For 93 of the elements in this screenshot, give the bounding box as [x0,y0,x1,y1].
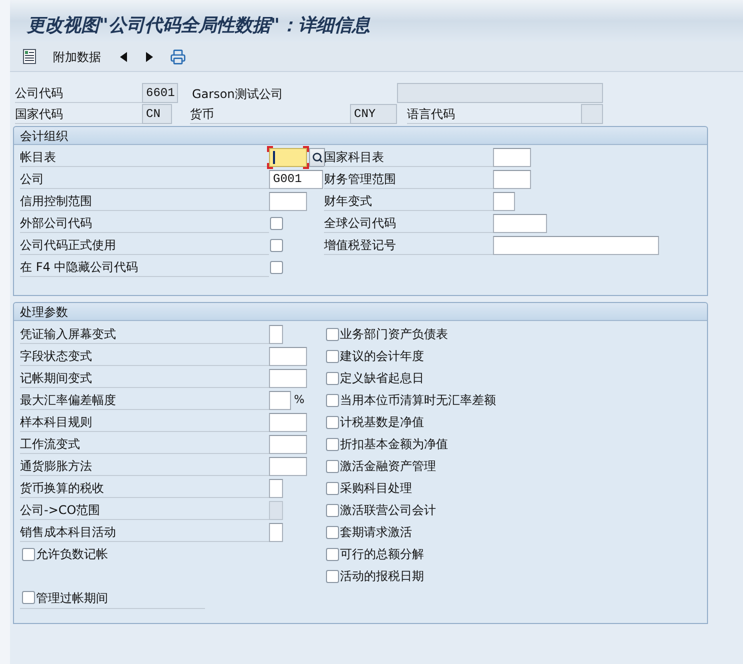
printer-icon [170,48,186,64]
checkbox[interactable] [326,350,339,362]
field-label: 全球公司代码 [324,215,396,232]
checkbox[interactable] [326,548,339,560]
checkbox[interactable] [326,372,339,384]
checkbox[interactable] [22,591,35,604]
field-label: 在 F4 中隐藏公司代码 [20,259,138,276]
field-label: 国家代码 [15,106,63,122]
field-label: 当用本位币清算时无汇率差额 [340,392,496,409]
checkbox[interactable] [326,504,339,516]
field-label: 活动的报税日期 [340,568,424,585]
input-field[interactable] [493,236,659,254]
field-label: 计税基数是净值 [340,414,424,431]
field-label: 建议的会计年度 [340,348,424,365]
input-field[interactable] [493,148,531,166]
field-label: 凭证输入屏幕变式 [20,326,116,343]
group-title: 会计组织 [20,128,68,144]
checkbox[interactable] [22,548,35,560]
field-label: 工作流变式 [20,436,80,453]
field-label: 国家科目表 [324,149,384,166]
checkbox[interactable] [326,482,339,494]
field-label: 财务管理范围 [324,171,396,188]
field-label: 公司代码正式使用 [20,237,116,254]
additional-data-button[interactable]: 附加数据 [51,48,103,66]
field-label: 样本科目规则 [20,414,92,431]
field-label: 财年变式 [324,193,372,210]
triangle-left-icon [120,52,126,62]
field-label: 增值税登记号 [324,237,396,254]
checkbox[interactable] [326,328,339,340]
field-label: 公司 [20,171,44,188]
input-field[interactable] [269,346,307,366]
field-label: 激活联营公司会计 [340,502,436,519]
unit-label: % [294,392,304,408]
input-field[interactable] [267,146,309,168]
input-field[interactable] [493,192,515,210]
input-field[interactable]: 6601 [142,82,178,102]
field-label: 公司->CO范围 [20,502,100,519]
input-field[interactable] [269,478,283,498]
input-field[interactable] [493,170,531,188]
input-field[interactable] [269,368,307,388]
field-label: 最大汇率偏差幅度 [20,392,116,409]
field-label: 外部公司代码 [20,215,92,232]
input-field[interactable] [269,434,307,454]
input-field[interactable] [269,522,283,542]
input-field[interactable] [269,324,283,344]
checkbox[interactable] [326,570,339,582]
field-label: 通货膨胀方法 [20,458,92,475]
checkbox[interactable] [326,460,339,472]
input-field[interactable] [269,412,307,432]
checkbox[interactable] [326,394,339,406]
field-label: 公司代码 [15,84,63,102]
field-label: 激活金融资产管理 [340,458,436,475]
field-label: 信用控制范围 [20,193,92,210]
input-field[interactable]: G001 [269,170,323,188]
field-label: 套期请求激活 [340,524,412,541]
input-field[interactable] [493,214,547,232]
search-button[interactable] [309,148,325,166]
company-name: Garson测试公司 [192,86,283,102]
search-icon [312,152,322,162]
checkbox[interactable] [270,238,283,252]
field-label: 管理过帐期间 [36,590,108,606]
input-field[interactable] [397,82,603,102]
field-label: 采购科目处理 [340,480,412,497]
field-label: 语言代码 [407,106,455,122]
details-button[interactable] [21,48,37,66]
field-label: 可行的总额分解 [340,546,424,563]
field-label: 允许负数记帐 [36,546,108,563]
field-label: 销售成本科目活动 [20,524,116,541]
field-label: 字段状态变式 [20,348,92,365]
input-field[interactable]: CN [142,104,172,124]
field-label: 定义缺省起息日 [340,370,424,387]
checkbox[interactable] [270,260,283,274]
checkbox[interactable] [326,526,339,538]
text-cursor-icon [273,150,275,164]
field-label: 帐目表 [20,149,56,166]
group-title: 处理参数 [20,304,68,320]
window-title: 更改视图"公司代码全局性数据"：详细信息 [27,14,370,38]
field-label: 业务部门资产负债表 [340,326,448,343]
field-label: 货币换算的税收 [20,480,104,497]
checkbox[interactable] [270,216,283,230]
input-field[interactable] [581,104,603,124]
checkbox[interactable] [326,438,339,450]
input-field[interactable]: CNY [350,104,397,124]
document-icon [22,49,36,64]
field-label: 货币 [190,106,214,122]
field-label: 折扣基本金额为净值 [340,436,448,453]
input-field[interactable] [269,390,291,410]
input-field[interactable] [269,192,307,210]
field-label: 记帐期间变式 [20,370,92,387]
triangle-right-icon [146,52,152,62]
checkbox[interactable] [326,416,339,428]
input-field[interactable] [269,456,307,476]
print-button[interactable] [169,48,187,66]
